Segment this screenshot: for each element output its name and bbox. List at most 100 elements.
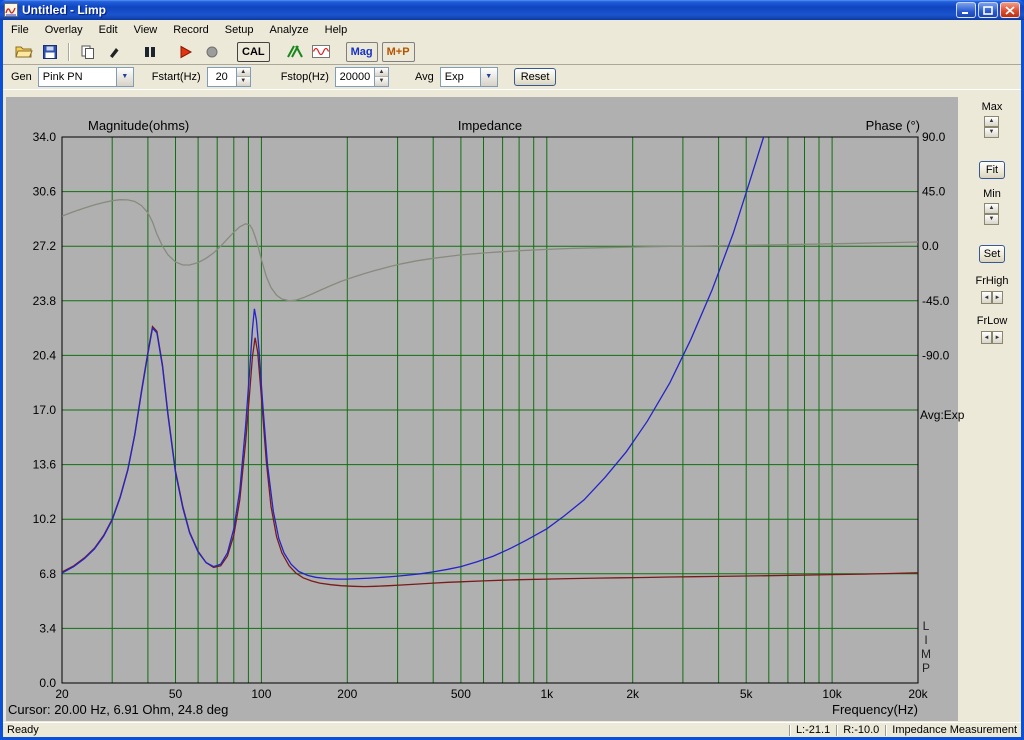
fstart-label: Fstart(Hz)	[151, 70, 201, 83]
pen-button[interactable]	[101, 41, 127, 63]
pause-button[interactable]	[137, 41, 163, 63]
menu-item-view[interactable]: View	[126, 22, 166, 38]
generator-type-dropdown[interactable]: Pink PN ▼	[37, 66, 134, 87]
chevron-down-icon[interactable]: ▼	[115, 67, 133, 86]
max-up-icon[interactable]: ▲	[984, 116, 999, 127]
calibrate-button[interactable]: CAL	[237, 41, 270, 62]
maximize-button[interactable]	[978, 2, 998, 18]
limp-watermark: I	[924, 633, 927, 647]
status-bar: Ready L:-21.1 R:-10.0 Impedance Measurem…	[3, 722, 1021, 737]
green-hatch-icon	[286, 45, 303, 58]
close-button[interactable]	[1000, 2, 1020, 18]
menu-item-help[interactable]: Help	[317, 22, 356, 38]
limp-watermark: M	[921, 647, 931, 661]
svg-text:-90.0: -90.0	[922, 348, 950, 362]
menu-item-analyze[interactable]: Analyze	[261, 22, 316, 38]
svg-text:500: 500	[451, 687, 471, 701]
svg-text:-45.0: -45.0	[922, 294, 950, 308]
avg-indicator: Avg:Exp	[920, 408, 965, 422]
minimize-button[interactable]	[956, 2, 976, 18]
window-title: Untitled - Limp	[22, 3, 106, 17]
svg-text:1k: 1k	[540, 687, 554, 701]
record-button[interactable]	[173, 41, 199, 63]
reset-button[interactable]: Reset	[513, 67, 557, 86]
magnitude-toggle-button[interactable]: Mag	[345, 41, 378, 62]
cursor-readout: Cursor: 20.00 Hz, 6.91 Ohm, 24.8 deg	[8, 702, 228, 717]
magnitude-phase-toggle-button[interactable]: M+P	[381, 41, 415, 62]
frhigh-right-icon[interactable]: ►	[992, 291, 1003, 304]
hatch-button[interactable]	[282, 41, 308, 63]
statusbar-divider	[788, 724, 790, 736]
svg-text:6.8: 6.8	[39, 567, 56, 581]
averaging-value: Exp	[444, 70, 464, 83]
frlow-stepper[interactable]: ◄ ►	[981, 331, 1003, 344]
fit-button[interactable]: Fit	[979, 161, 1005, 179]
status-ready: Ready	[7, 724, 39, 736]
chevron-down-icon[interactable]: ▼	[479, 67, 497, 86]
stop-icon	[206, 46, 218, 58]
svg-text:13.6: 13.6	[33, 458, 57, 472]
open-file-button[interactable]	[11, 41, 37, 63]
max-stepper[interactable]: ▲ ▼	[984, 116, 999, 138]
menu-item-record[interactable]: Record	[165, 22, 216, 38]
frlow-left-icon[interactable]: ◄	[981, 331, 992, 344]
chart-panel: 0.0 3.4 6.8 10.2 13.6 17.0 20.4 23.8 27.2 30.6 34.…	[6, 97, 965, 721]
min-stepper[interactable]: ▲ ▼	[984, 203, 999, 225]
svg-text:34.0: 34.0	[33, 130, 57, 144]
min-down-icon[interactable]: ▼	[984, 214, 999, 225]
stop-button[interactable]	[199, 41, 225, 63]
fstop-stepper[interactable]: ▲ ▼	[334, 66, 389, 87]
title-bar[interactable]: Untitled - Limp	[0, 0, 1024, 20]
set-button[interactable]: Set	[979, 245, 1005, 263]
fstart-up-icon[interactable]: ▲	[236, 67, 250, 77]
impedance-chart[interactable]: 0.0 3.4 6.8 10.2 13.6 17.0 20.4 23.8 27.2 30.6 34.…	[6, 97, 965, 721]
svg-text:10k: 10k	[822, 687, 842, 701]
svg-text:3.4: 3.4	[39, 621, 56, 635]
menu-item-edit[interactable]: Edit	[91, 22, 126, 38]
frhigh-stepper[interactable]: ◄ ►	[981, 291, 1003, 304]
fstart-input[interactable]	[207, 67, 236, 86]
menu-item-setup[interactable]: Setup	[217, 22, 262, 38]
chart-tick-labels: 0.0 3.4 6.8 10.2 13.6 17.0 20.4 23.8 27.2 30.6 34.…	[33, 130, 950, 701]
controls-bar: Gen Pink PN ▼ Fstart(Hz) ▲ ▼ Fstop(Hz) ▲…	[3, 64, 1021, 90]
min-up-icon[interactable]: ▲	[984, 203, 999, 214]
app-icon	[4, 3, 18, 17]
menu-item-file[interactable]: File	[3, 22, 37, 38]
status-left-level: L:-21.1	[795, 724, 831, 736]
gen-label: Gen	[11, 70, 32, 83]
limp-watermark: P	[922, 661, 930, 675]
limp-window: Untitled - Limp File Overlay Edit View R…	[0, 0, 1024, 740]
record-play-icon	[180, 45, 193, 58]
svg-text:45.0: 45.0	[922, 185, 946, 199]
pause-icon	[144, 46, 156, 58]
generator-button[interactable]	[308, 41, 334, 63]
fstop-label: Fstop(Hz)	[280, 70, 329, 83]
svg-text:0.0: 0.0	[39, 676, 56, 690]
max-label: Max	[981, 101, 1003, 113]
sine-generator-icon	[311, 45, 330, 58]
fstop-down-icon[interactable]: ▼	[374, 76, 388, 86]
toolbar: CAL Mag M+P	[3, 39, 1021, 64]
save-button[interactable]	[37, 41, 63, 63]
fstop-up-icon[interactable]: ▲	[374, 67, 388, 77]
fstart-down-icon[interactable]: ▼	[236, 76, 250, 86]
fstop-input[interactable]	[335, 67, 374, 86]
svg-text:20k: 20k	[908, 687, 928, 701]
chart-title: Impedance	[458, 118, 522, 133]
copy-button[interactable]	[75, 41, 101, 63]
statusbar-divider	[885, 724, 887, 736]
max-down-icon[interactable]: ▼	[984, 127, 999, 138]
svg-text:100: 100	[251, 687, 271, 701]
toolbar-separator	[68, 42, 70, 61]
frhigh-left-icon[interactable]: ◄	[981, 291, 992, 304]
series-impedance-magnitude	[62, 137, 765, 580]
pen-icon	[108, 46, 120, 58]
fstart-stepper[interactable]: ▲ ▼	[206, 66, 251, 87]
averaging-dropdown[interactable]: Exp ▼	[439, 66, 498, 87]
svg-text:30.6: 30.6	[33, 185, 57, 199]
menu-item-overlay[interactable]: Overlay	[37, 22, 91, 38]
frlow-right-icon[interactable]: ►	[992, 331, 1003, 344]
avg-label: Avg	[414, 70, 434, 83]
right-axis-title: Phase (°)	[866, 118, 920, 133]
chart-series	[62, 137, 918, 588]
